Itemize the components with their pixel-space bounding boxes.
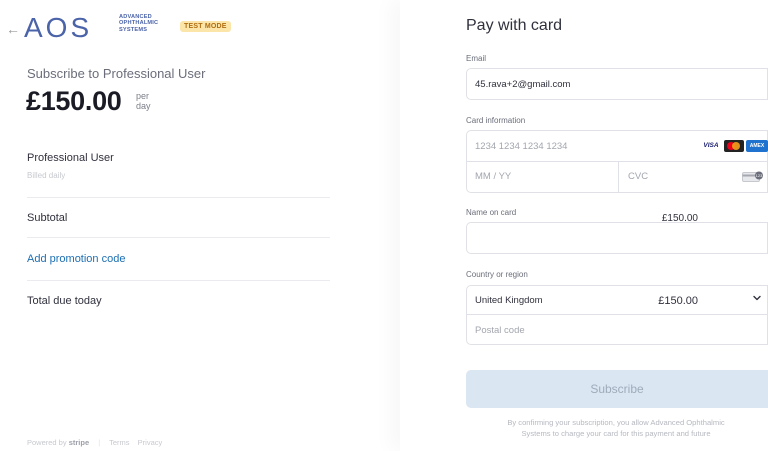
price-period: per day [136, 91, 151, 111]
add-promotion-code-button[interactable]: Add promotion code [27, 253, 125, 265]
country-value: United Kingdom [475, 295, 543, 306]
subscription-terms: By confirming your subscription, you all… [466, 417, 766, 439]
expiry-field[interactable] [466, 161, 768, 193]
svg-text:123: 123 [756, 173, 763, 178]
stripe-logo[interactable]: stripe [69, 438, 89, 447]
logo-subtitle-line: SYSTEMS [119, 26, 148, 33]
subscribe-button[interactable]: Subscribe [466, 370, 768, 408]
terms-link[interactable]: Terms [109, 438, 129, 447]
card-row-divider [618, 161, 619, 193]
subscription-title: Subscribe to Professional User [27, 66, 206, 81]
divider [27, 237, 330, 238]
card-information-label: Card information [466, 116, 526, 125]
cvc-card-icon: 123 [742, 171, 763, 182]
country-region-label: Country or region [466, 270, 528, 279]
terms-line: Systems to charge your card for this pay… [521, 429, 711, 438]
chevron-down-icon [753, 295, 761, 301]
logo-subtitle: ADVANCED OPHTHALMIC SYSTEMS [119, 14, 158, 33]
email-value: 45.rava+2@gmail.com [475, 79, 571, 90]
line-item-name: Professional User [27, 152, 114, 164]
back-arrow-icon[interactable]: ← [6, 21, 20, 37]
name-on-card-label: Name on card [466, 208, 517, 217]
line-item-billing: Billed daily [27, 171, 66, 180]
divider [27, 280, 330, 281]
amex-icon: AMEX [746, 140, 768, 152]
email-label: Email [466, 54, 487, 63]
pay-with-card-title: Pay with card [466, 17, 563, 34]
price-per: per [136, 91, 150, 101]
mastercard-icon [724, 140, 744, 152]
card-brand-logos: VISA AMEX [700, 140, 768, 152]
divider [27, 197, 330, 198]
total-label: Total due today [27, 295, 102, 307]
name-on-card-field[interactable] [466, 222, 768, 254]
cvc-field[interactable]: CVC [628, 171, 648, 182]
subtotal-label: Subtotal [27, 212, 68, 224]
logo-subtitle-line: OPHTHALMIC [119, 20, 159, 27]
card-number-placeholder: 1234 1234 1234 1234 [475, 141, 568, 152]
price-period-unit: day [136, 101, 151, 111]
company-logo: AOS [24, 15, 92, 41]
powered-by-text: Powered by [27, 438, 67, 447]
test-mode-badge: TEST MODE [180, 21, 231, 32]
terms-line: By confirming your subscription, you all… [507, 418, 725, 427]
privacy-link[interactable]: Privacy [138, 438, 163, 447]
price: £150.00 [26, 86, 122, 116]
footer: Powered by stripe | Terms Privacy [27, 438, 168, 447]
expiry-placeholder: MM / YY [475, 171, 512, 182]
postal-code-placeholder: Postal code [475, 325, 525, 336]
visa-icon: VISA [700, 140, 722, 152]
svg-text:AOS: AOS [24, 15, 92, 41]
footer-separator: | [98, 438, 101, 447]
